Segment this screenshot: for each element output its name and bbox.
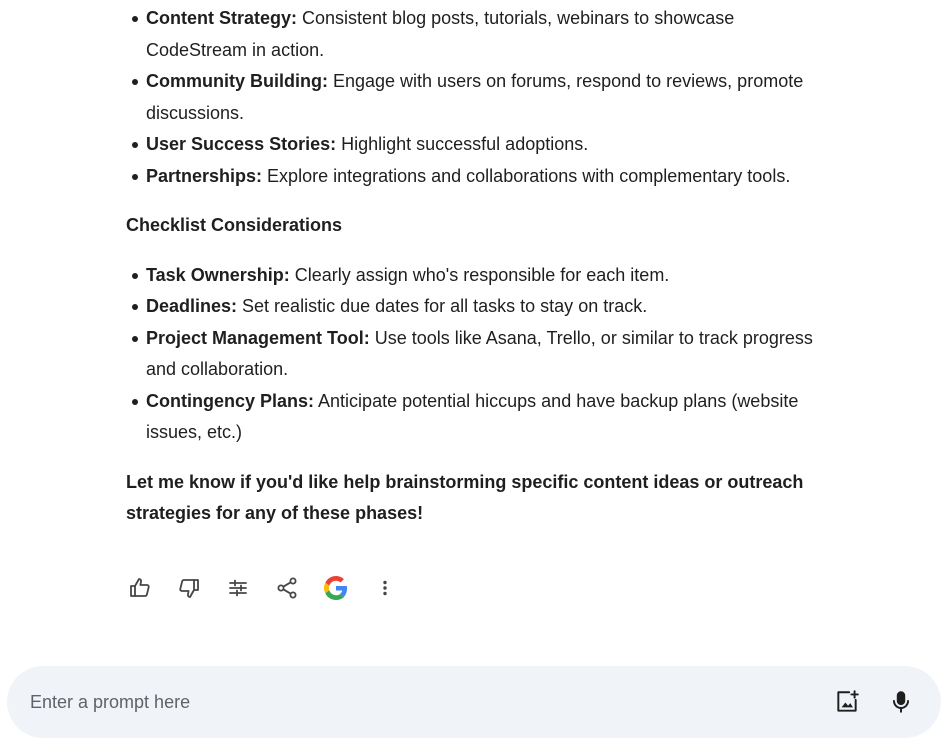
thumbs-down-button[interactable]: [173, 572, 205, 604]
item-text: Explore integrations and collaborations …: [262, 165, 791, 186]
thumbs-up-button[interactable]: [124, 572, 156, 604]
item-term: Content Strategy:: [146, 8, 298, 28]
checklist-heading: Checklist Considerations: [126, 215, 343, 235]
list-item: Partnerships: Explore integrations and c…: [132, 161, 826, 193]
closing-message: Let me know if you'd like help brainstor…: [126, 471, 804, 524]
microphone-icon: [892, 691, 910, 713]
share-button[interactable]: [271, 572, 303, 604]
voice-input-button[interactable]: [887, 688, 915, 716]
more-vert-icon: [383, 580, 387, 596]
google-g-icon: [324, 576, 348, 600]
list-item: Community Building: Engage with users on…: [132, 66, 826, 129]
item-text: Clearly assign who's responsible for eac…: [289, 264, 670, 285]
modify-response-button[interactable]: [222, 572, 254, 604]
share-icon: [277, 577, 297, 599]
more-options-button[interactable]: [369, 572, 401, 604]
double-check-google-button[interactable]: [320, 572, 352, 604]
item-term: Project Management Tool:: [146, 327, 370, 348]
thumbs-down-icon: [179, 579, 199, 598]
list-item: Project Management Tool: Use tools like …: [132, 323, 826, 386]
prompt-input[interactable]: [30, 666, 790, 738]
list-item: Deadlines: Set realistic due dates for a…: [132, 291, 826, 323]
list-item: User Success Stories: Highlight successf…: [132, 129, 826, 161]
add-image-icon: [837, 690, 859, 712]
response-actions: [124, 572, 418, 604]
item-text: Highlight successful adoptions.: [336, 134, 589, 154]
list-item: Contingency Plans: Anticipate potential …: [132, 386, 826, 449]
strategy-list: Content Strategy: Consistent blog posts,…: [126, 3, 826, 192]
upload-image-button[interactable]: [833, 688, 861, 716]
list-item: Content Strategy: Consistent blog posts,…: [132, 3, 826, 66]
item-term: Partnerships:: [146, 165, 263, 186]
item-term: Community Building:: [146, 71, 328, 91]
checklist-list: Task Ownership: Clearly assign who's res…: [126, 260, 826, 449]
list-item: Task Ownership: Clearly assign who's res…: [132, 260, 826, 292]
item-term: Deadlines:: [146, 296, 238, 316]
chat-page: Content Strategy: Consistent blog posts,…: [0, 0, 950, 754]
item-term: Contingency Plans:: [146, 390, 315, 411]
item-term: User Success Stories:: [146, 134, 337, 154]
modify-response-icon: [229, 579, 247, 597]
prompt-bar: [7, 666, 941, 738]
thumbs-up-icon: [130, 578, 150, 597]
item-term: Task Ownership:: [146, 264, 290, 285]
response-content: Content Strategy: Consistent blog posts,…: [126, 0, 826, 530]
item-text: Set realistic due dates for all tasks to…: [237, 296, 648, 316]
